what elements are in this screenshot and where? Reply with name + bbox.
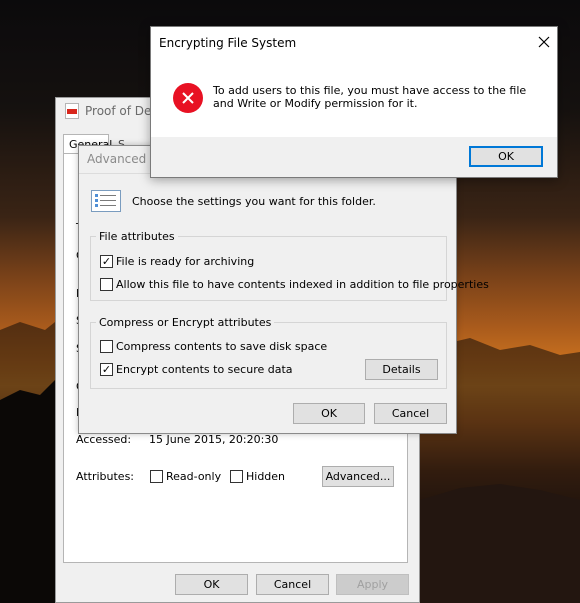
archive-checkbox[interactable]: ✓	[100, 255, 113, 268]
close-icon[interactable]	[531, 30, 557, 54]
advanced-attributes-dialog: Advanced A Choose the settings you want …	[78, 145, 489, 434]
index-label: Allow this file to have contents indexed…	[116, 278, 489, 291]
props-cancel-button[interactable]: Cancel	[256, 574, 329, 595]
advanced-ok-button[interactable]: OK	[293, 403, 365, 424]
pdf-file-icon	[65, 103, 79, 119]
accessed-label: Accessed:	[76, 433, 132, 446]
encrypt-checkbox[interactable]: ✓	[100, 363, 113, 376]
advanced-button[interactable]: Advanced...	[322, 466, 394, 487]
readonly-checkbox[interactable]	[150, 470, 163, 483]
compress-label: Compress contents to save disk space	[116, 340, 328, 353]
hidden-label: Hidden	[246, 470, 286, 483]
efs-ok-button[interactable]: OK	[469, 146, 543, 167]
encrypt-label: Encrypt contents to secure data	[116, 363, 293, 376]
advanced-title: Advanced A	[87, 152, 159, 166]
hidden-checkbox[interactable]	[230, 470, 243, 483]
file-attributes-title: File attributes	[96, 230, 178, 243]
accessed-value: 15 June 2015, 20:20:30	[149, 433, 279, 446]
index-checkbox[interactable]	[100, 278, 113, 291]
efs-dialog-title: Encrypting File System	[159, 36, 297, 50]
properties-title: Proof of Deli	[85, 104, 159, 118]
details-button[interactable]: Details	[365, 359, 438, 380]
compress-encrypt-title: Compress or Encrypt attributes	[96, 316, 275, 329]
readonly-label: Read-only	[166, 470, 222, 483]
efs-error-message: To add users to this file, you must have…	[213, 84, 527, 110]
settings-list-icon	[91, 190, 121, 212]
file-attributes-group: File attributes	[90, 230, 447, 301]
props-apply-button[interactable]: Apply	[336, 574, 409, 595]
attributes-label: Attributes:	[76, 470, 135, 483]
props-ok-button[interactable]: OK	[175, 574, 248, 595]
efs-error-dialog: Encrypting File System To add users to t…	[150, 26, 558, 178]
efs-dialog-footer: OK	[151, 137, 557, 177]
advanced-cancel-button[interactable]: Cancel	[374, 403, 447, 424]
error-icon	[173, 83, 203, 113]
compress-checkbox[interactable]	[100, 340, 113, 353]
advanced-intro-text: Choose the settings you want for this fo…	[132, 195, 376, 208]
archive-label: File is ready for archiving	[116, 255, 255, 268]
